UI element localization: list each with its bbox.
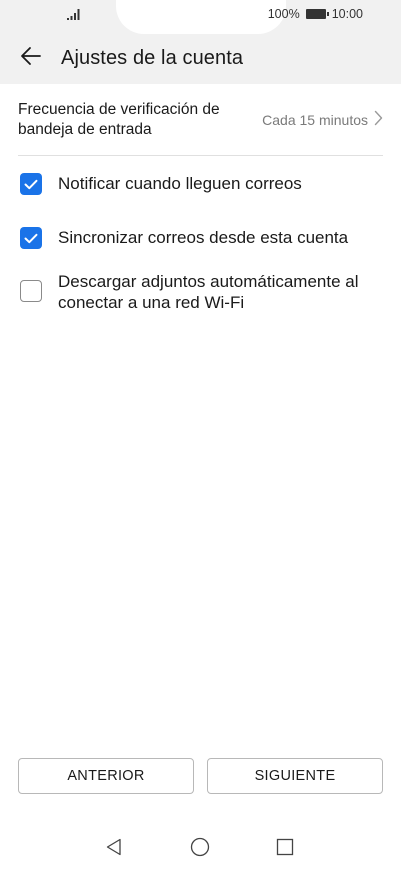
navigation-bar	[0, 826, 401, 870]
signal-icon	[66, 6, 82, 20]
nav-back-icon[interactable]	[103, 836, 125, 858]
previous-button[interactable]: ANTERIOR	[18, 758, 194, 794]
notify-label: Notificar cuando lleguen correos	[58, 174, 302, 193]
screen: 100% 10:00 Ajustes de la cuenta Frecuenc…	[0, 0, 401, 870]
sync-checkbox[interactable]	[20, 227, 42, 249]
battery-icon	[305, 9, 329, 19]
frequency-label: Frecuencia de verificación de bandeja de…	[18, 100, 220, 138]
page-title: Ajustes de la cuenta	[61, 46, 244, 69]
status-right: 100% 10:00	[268, 7, 363, 21]
check-icon	[24, 233, 38, 243]
top-bar: 100% 10:00 Ajustes de la cuenta	[0, 0, 401, 84]
sync-mail-option[interactable]: Sincronizar correos desde esta cuenta	[20, 227, 385, 249]
frequency-value: Cada 15 minutos	[262, 111, 368, 128]
inbox-check-frequency-setting[interactable]: Frecuencia de verificación de bandeja de…	[18, 98, 383, 156]
nav-home-icon[interactable]	[189, 836, 211, 858]
battery-percent: 100%	[267, 7, 300, 21]
nav-recent-icon[interactable]	[274, 836, 296, 858]
chevron-right-icon	[374, 110, 383, 130]
notify-checkbox[interactable]	[20, 173, 42, 195]
next-button[interactable]: SIGUIENTE	[207, 758, 383, 794]
clock: 10:00	[331, 7, 363, 21]
auto-download-checkbox[interactable]	[20, 280, 42, 302]
arrow-left-icon	[19, 44, 43, 72]
app-bar: Ajustes de la cuenta	[0, 38, 401, 78]
notify-new-mail-option[interactable]: Notificar cuando lleguen correos	[20, 173, 385, 195]
check-icon	[24, 179, 38, 189]
back-button[interactable]	[14, 41, 48, 75]
sync-label: Sincronizar correos desde esta cuenta	[58, 228, 349, 247]
auto-download-attachments-option[interactable]: Descargar adjuntos automáticamente al co…	[20, 271, 385, 313]
notch	[116, 0, 286, 34]
frequency-value-wrap: Cada 15 minutos	[262, 110, 383, 130]
auto-download-label: Descargar adjuntos automáticamente al co…	[58, 272, 359, 312]
